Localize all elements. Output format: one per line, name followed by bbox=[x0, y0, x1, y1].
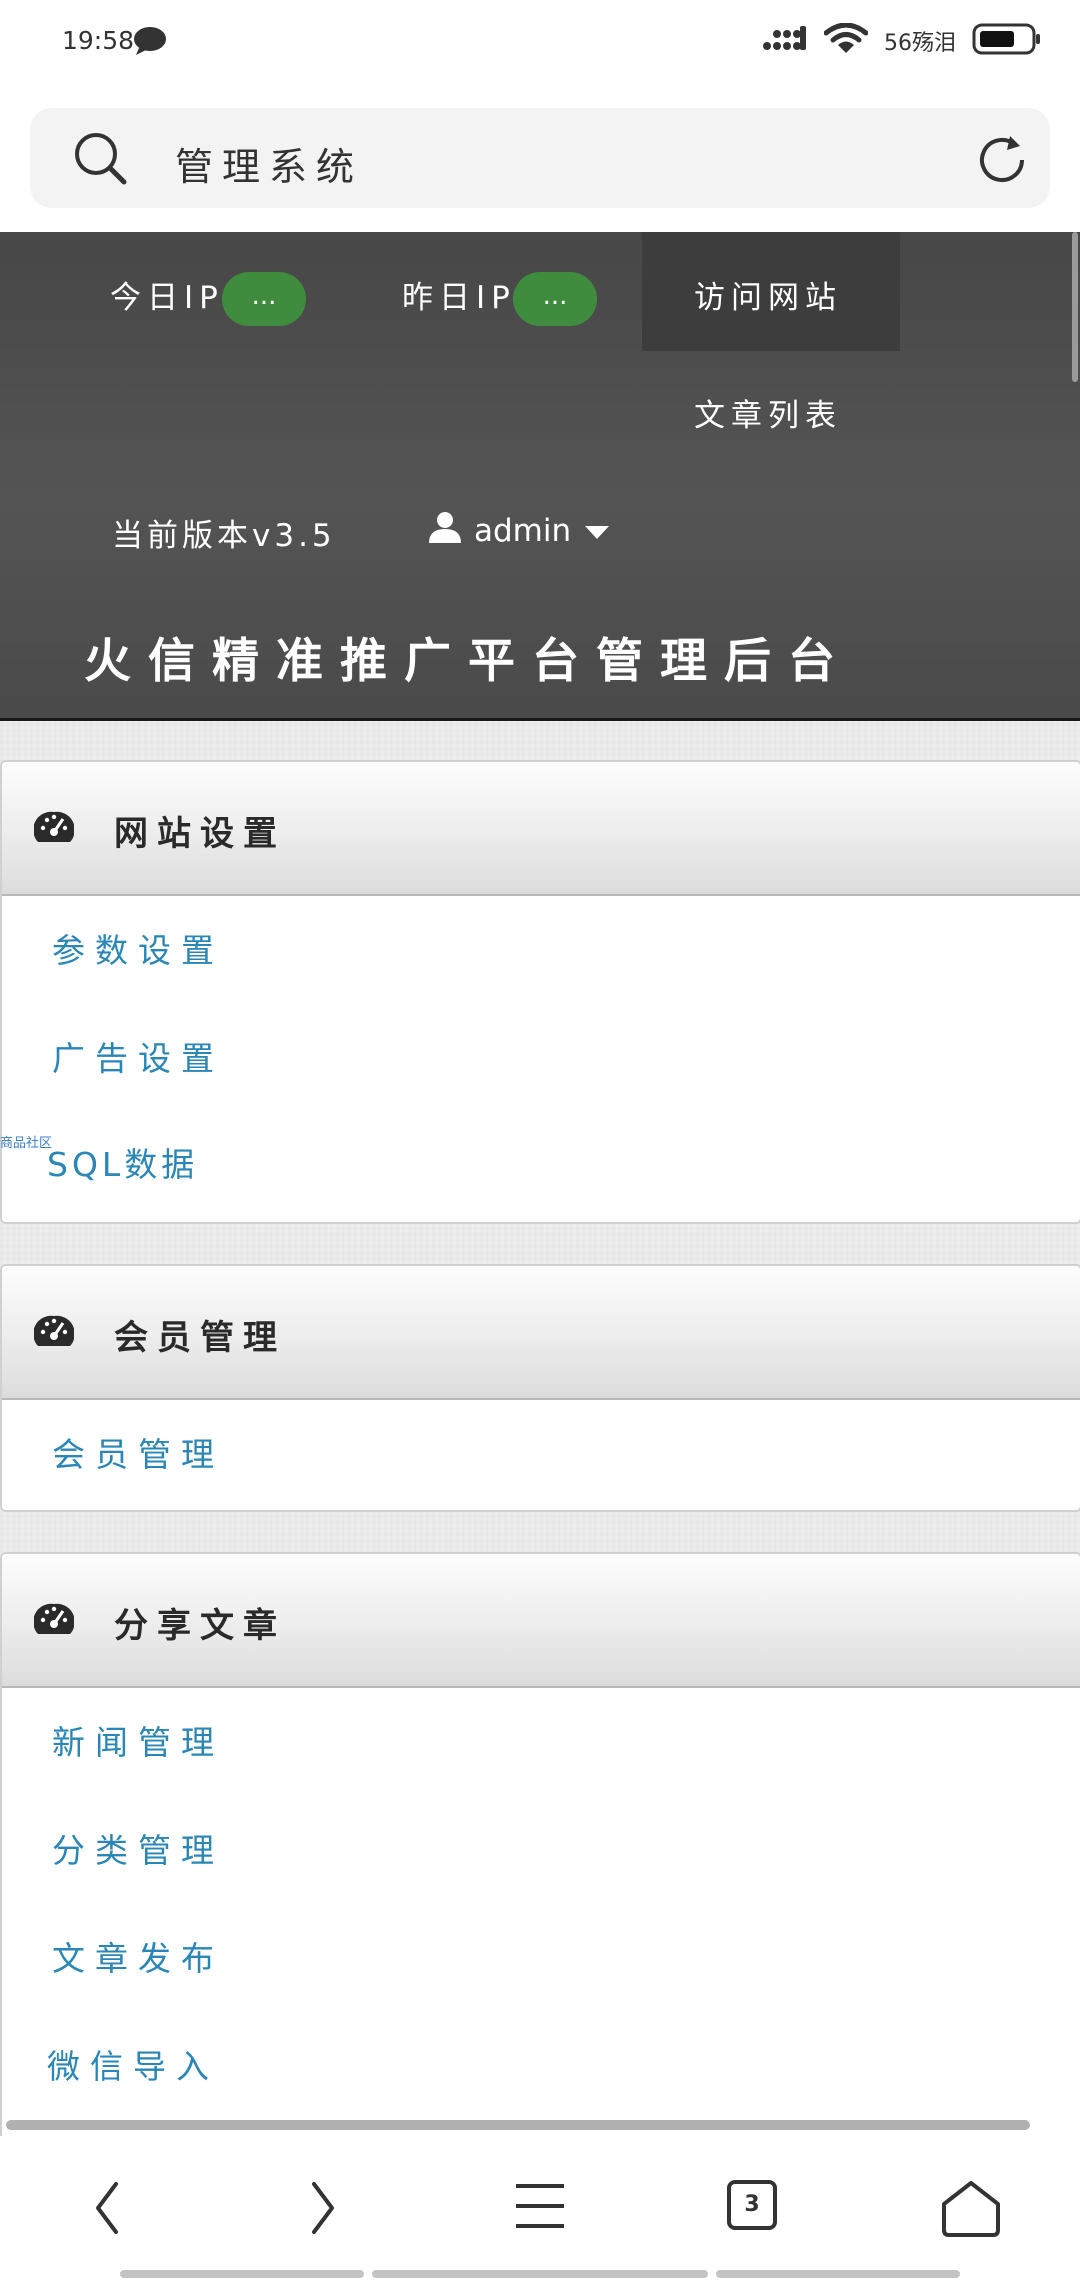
ad-settings-link[interactable]: 广告设置 bbox=[52, 1032, 224, 1080]
user-menu[interactable]: admin bbox=[428, 510, 611, 552]
member-management-link[interactable]: 会员管理 bbox=[52, 1428, 224, 1476]
address-text[interactable]: 管理系统 bbox=[175, 136, 363, 191]
tabs-icon[interactable]: 3 bbox=[727, 2180, 777, 2230]
yesterday-ip-label: 昨日IP bbox=[402, 280, 516, 316]
category-management-link[interactable]: 分类管理 bbox=[52, 1824, 224, 1872]
panel-title: 分享文章 bbox=[114, 1606, 286, 1646]
chat-bubble-icon bbox=[133, 26, 167, 60]
dashboard-icon bbox=[33, 810, 75, 850]
gesture-bar bbox=[372, 2270, 708, 2278]
forward-icon[interactable] bbox=[308, 2180, 338, 2240]
wechat-import-link[interactable]: 微信导入 bbox=[47, 2040, 219, 2088]
version-label: 当前版本v3.5 bbox=[112, 518, 336, 554]
refresh-icon[interactable] bbox=[974, 132, 1030, 192]
browser-bottom-nav: 3 bbox=[0, 2136, 1080, 2280]
article-list-link[interactable]: 文章列表 bbox=[694, 390, 842, 435]
search-icon[interactable] bbox=[72, 130, 128, 190]
status-bar: 19:58 56殇泪 bbox=[0, 0, 1080, 86]
panel-share-articles: 分享文章 新闻管理 分类管理 文章发布 微信导入 bbox=[0, 1552, 1080, 2146]
wifi-icon bbox=[823, 22, 869, 59]
today-ip-label: 今日IP bbox=[110, 280, 224, 316]
dashboard-icon bbox=[33, 1314, 75, 1354]
menu-icon[interactable] bbox=[514, 2180, 566, 2236]
panel-title: 会员管理 bbox=[114, 1318, 286, 1358]
panel-header: 分享文章 bbox=[2, 1554, 1080, 1688]
panel-title: 网站设置 bbox=[114, 814, 286, 854]
battery-icon bbox=[972, 22, 1042, 60]
dashboard-icon bbox=[33, 1602, 75, 1642]
panel-member-management: 会员管理 会员管理 bbox=[0, 1264, 1080, 1512]
visit-site-link[interactable]: 访问网站 bbox=[694, 272, 842, 317]
article-publish-link[interactable]: 文章发布 bbox=[52, 1932, 224, 1980]
news-management-link[interactable]: 新闻管理 bbox=[52, 1716, 224, 1764]
panel-site-settings: 网站设置 参数设置 广告设置 SQL数据 bbox=[0, 760, 1080, 1224]
signal-icon bbox=[762, 24, 808, 58]
horizontal-scrollbar[interactable] bbox=[6, 2120, 1030, 2130]
gesture-bar bbox=[716, 2270, 960, 2278]
username: admin bbox=[474, 513, 572, 549]
site-title: 火信精准推广平台管理后台 bbox=[84, 634, 852, 689]
admin-header: 今日IP ... 昨日IP ... 访问网站 文章列表 当前版本v3.5 adm… bbox=[0, 232, 1080, 721]
browser-toolbar: 管理系统 bbox=[0, 86, 1080, 232]
watermark: 商品社区 bbox=[0, 1136, 53, 1151]
yesterday-ip-badge: ... bbox=[513, 272, 597, 326]
panel-header: 会员管理 bbox=[2, 1266, 1080, 1400]
today-ip-badge: ... bbox=[222, 272, 306, 326]
network-label: 56殇泪 bbox=[884, 31, 956, 56]
vertical-scrollbar[interactable] bbox=[1072, 232, 1078, 382]
home-icon[interactable] bbox=[940, 2180, 1002, 2242]
status-icons: 56殇泪 bbox=[762, 22, 1042, 60]
gesture-bar bbox=[120, 2270, 364, 2278]
param-settings-link[interactable]: 参数设置 bbox=[52, 924, 224, 972]
status-time: 19:58 bbox=[62, 26, 135, 55]
user-icon bbox=[428, 510, 462, 552]
panel-header: 网站设置 bbox=[2, 762, 1080, 896]
back-icon[interactable] bbox=[92, 2180, 122, 2240]
sql-data-link[interactable]: SQL数据 bbox=[47, 1138, 198, 1186]
chevron-down-icon bbox=[583, 513, 611, 549]
address-bar[interactable]: 管理系统 bbox=[30, 108, 1050, 208]
